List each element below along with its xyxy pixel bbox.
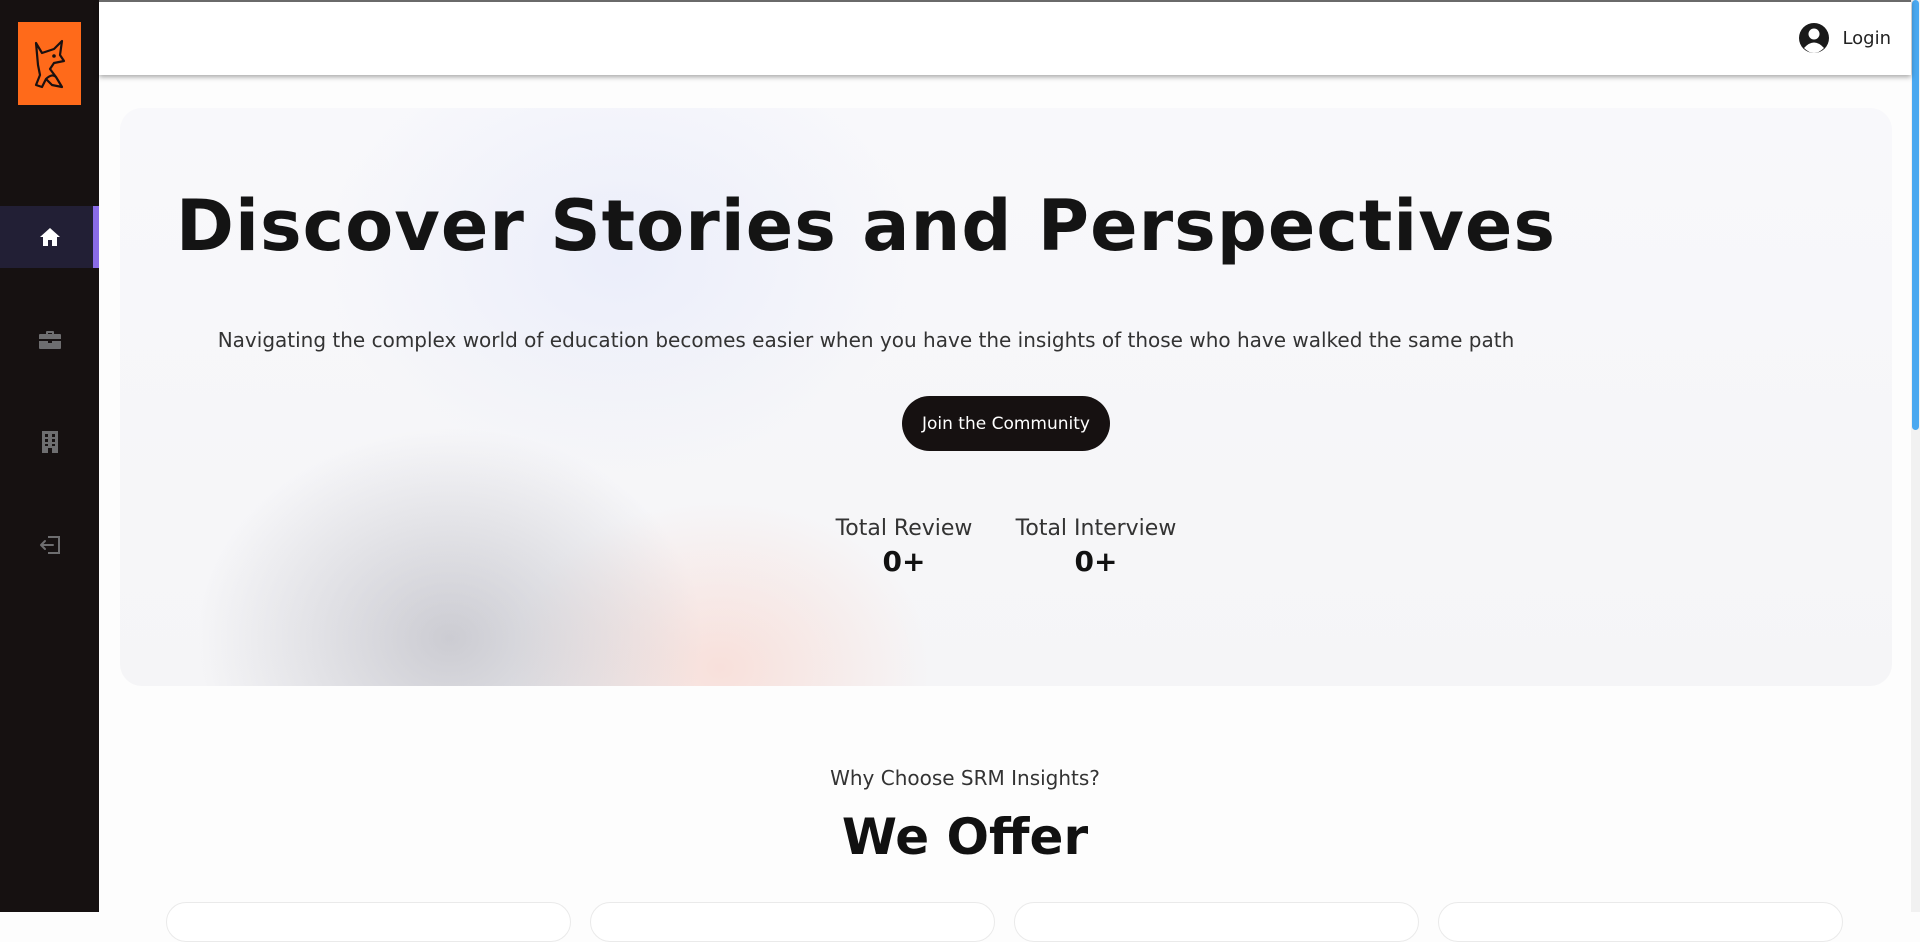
offer-eyebrow: Why Choose SRM Insights? xyxy=(830,766,1100,790)
offer-card[interactable] xyxy=(166,902,571,942)
stat-label: Total Review xyxy=(835,516,973,541)
scrollbar[interactable] xyxy=(1911,0,1920,912)
top-bar: Login xyxy=(99,0,1911,75)
user-icon xyxy=(1799,23,1830,53)
offer-card[interactable] xyxy=(1014,902,1419,942)
sidebar-item-companies[interactable] xyxy=(0,411,99,473)
fox-logo-icon xyxy=(34,39,65,88)
hero-title: Discover Stories and Perspectives xyxy=(175,185,1557,267)
stat-label: Total Interview xyxy=(1015,516,1177,541)
login-button[interactable]: Login xyxy=(1798,22,1891,54)
stat-value: 0+ xyxy=(1074,545,1118,578)
fox-logo[interactable] xyxy=(18,22,81,105)
building-icon xyxy=(41,431,58,453)
stat-value: 0+ xyxy=(882,545,926,578)
stat-total-review: Total Review 0+ xyxy=(830,516,978,578)
join-community-button[interactable]: Join the Community xyxy=(902,396,1110,451)
stat-total-interview: Total Interview 0+ xyxy=(1010,516,1182,578)
login-label: Login xyxy=(1842,27,1891,49)
hero-subtitle: Navigating the complex world of educatio… xyxy=(217,328,1515,352)
logout-icon xyxy=(39,536,60,554)
sidebar-item-logout[interactable] xyxy=(0,514,99,576)
offer-card[interactable] xyxy=(1438,902,1843,942)
offer-title: We Offer xyxy=(841,808,1089,866)
offer-card[interactable] xyxy=(590,902,995,942)
scrollbar-thumb[interactable] xyxy=(1912,0,1919,430)
